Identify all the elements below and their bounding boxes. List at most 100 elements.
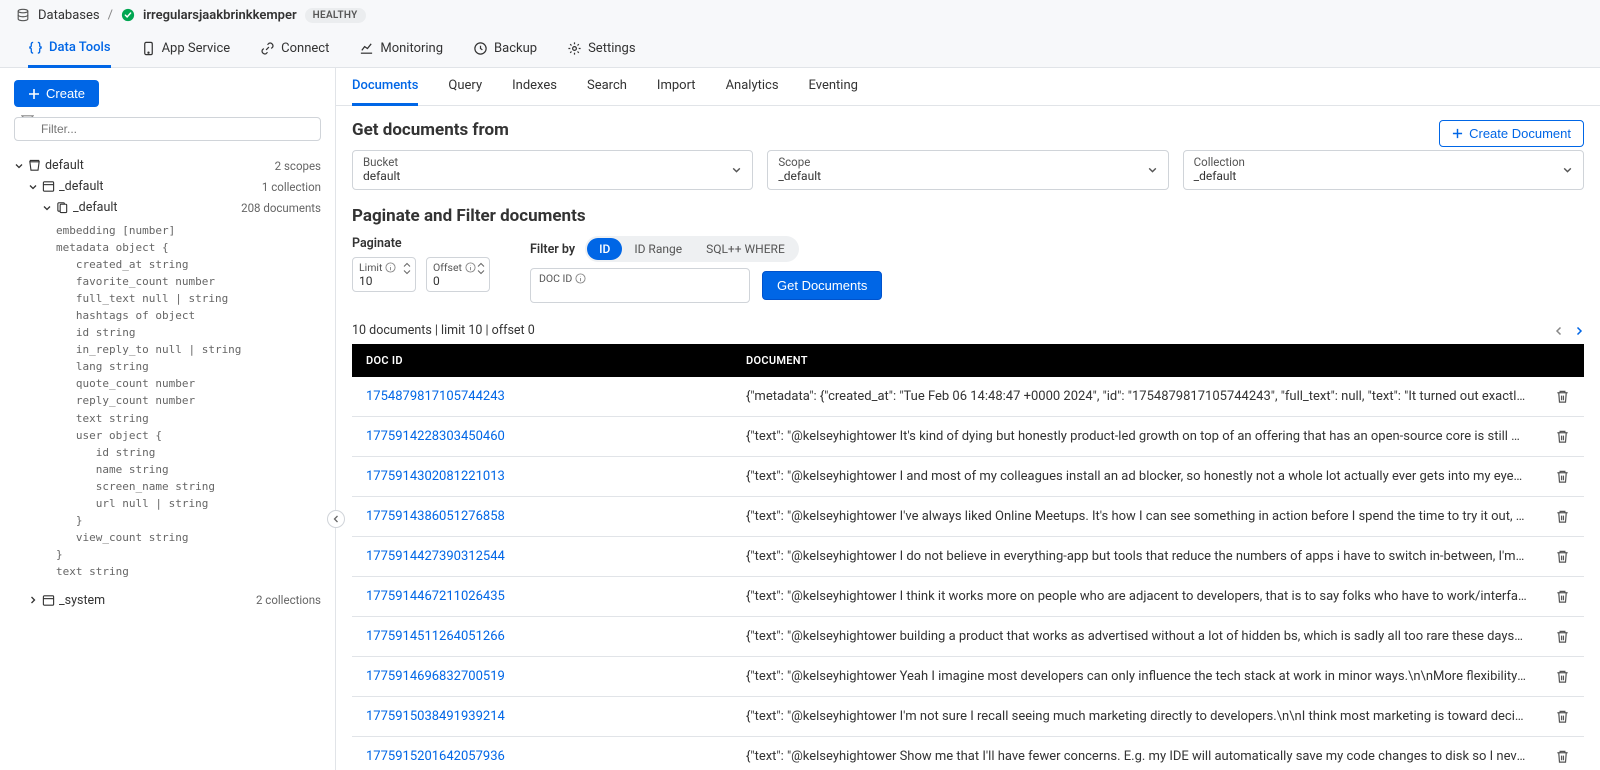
- pill-sql-where[interactable]: SQL++ WHERE: [694, 238, 797, 260]
- breadcrumb-root[interactable]: Databases: [38, 8, 100, 23]
- tab-connect[interactable]: Connect: [260, 30, 329, 67]
- delete-button[interactable]: [1541, 657, 1584, 697]
- doc-id-link[interactable]: 1754879817105744243: [366, 389, 505, 404]
- stab-documents[interactable]: Documents: [352, 78, 418, 106]
- delete-button[interactable]: [1541, 737, 1584, 770]
- database-icon: [16, 8, 30, 22]
- doc-id-link[interactable]: 1775914427390312544: [366, 549, 505, 564]
- docid-input[interactable]: DOC ID: [530, 268, 750, 303]
- chevron-down-icon: [28, 182, 38, 192]
- page-next-button[interactable]: [1574, 326, 1584, 336]
- clock-icon: [473, 41, 488, 56]
- col-doc-id: DOC ID: [352, 344, 732, 377]
- doc-preview: {"text": "@kelseyhightower I and most of…: [732, 457, 1541, 497]
- pill-id-range[interactable]: ID Range: [622, 238, 694, 260]
- scope-select[interactable]: Scope _default: [767, 150, 1168, 190]
- stab-query[interactable]: Query: [448, 78, 482, 105]
- table-row: 1775915038491939214{"text": "@kelseyhigh…: [352, 697, 1584, 737]
- tab-backup[interactable]: Backup: [473, 30, 537, 67]
- stab-indexes[interactable]: Indexes: [512, 78, 557, 105]
- tab-monitoring-label: Monitoring: [380, 41, 443, 56]
- filter-by-label: Filter by: [530, 242, 575, 257]
- doc-id-link[interactable]: 1775915038491939214: [366, 709, 505, 724]
- tab-data-tools-label: Data Tools: [49, 40, 111, 55]
- delete-button[interactable]: [1541, 577, 1584, 617]
- tab-data-tools[interactable]: Data Tools: [28, 31, 111, 68]
- create-document-button[interactable]: Create Document: [1439, 120, 1584, 147]
- trash-icon: [1555, 589, 1570, 604]
- tab-monitoring[interactable]: Monitoring: [359, 30, 443, 67]
- tree-system-scope[interactable]: _system 2 collections: [14, 590, 321, 611]
- stab-analytics[interactable]: Analytics: [726, 78, 779, 105]
- tab-connect-label: Connect: [281, 41, 329, 56]
- doc-id-link[interactable]: 1775914511264051266: [366, 629, 505, 644]
- health-check-icon: [121, 8, 135, 22]
- delete-button[interactable]: [1541, 497, 1584, 537]
- doc-preview: {"text": "@kelseyhightower Yeah I imagin…: [732, 657, 1541, 697]
- trash-icon: [1555, 709, 1570, 724]
- delete-button[interactable]: [1541, 697, 1584, 737]
- trash-icon: [1555, 509, 1570, 524]
- delete-button[interactable]: [1541, 617, 1584, 657]
- table-row: 1775914302081221013 {"text": "@kelseyhigh…: [352, 457, 1584, 497]
- tab-app-service[interactable]: App Service: [141, 30, 231, 67]
- bucket-select-label: Bucket: [363, 155, 742, 169]
- filter-input[interactable]: [14, 117, 321, 141]
- delete-button[interactable]: [1541, 457, 1584, 497]
- doc-id-link[interactable]: 1775914696832700519: [366, 669, 505, 684]
- col-document: DOCUMENT: [732, 344, 1541, 377]
- scope-select-label: Scope: [778, 155, 1157, 169]
- chevron-down-icon: [42, 203, 52, 213]
- pill-id[interactable]: ID: [587, 238, 622, 260]
- create-button[interactable]: Create: [14, 80, 99, 107]
- result-status: 10 documents | limit 10 | offset 0: [352, 323, 535, 338]
- page-prev-button[interactable]: [1554, 326, 1564, 336]
- doc-preview: {"text": "@kelseyhightower I think it wo…: [732, 577, 1541, 617]
- limit-value: 10: [359, 274, 409, 288]
- table-row: 1775915201642057936{"text": "@kelseyhigh…: [352, 737, 1584, 770]
- doc-id-link[interactable]: 1775914467211026435: [366, 589, 505, 604]
- tab-settings[interactable]: Settings: [567, 30, 635, 67]
- braces-icon: [28, 40, 43, 55]
- trash-icon: [1555, 469, 1570, 484]
- doc-id-link[interactable]: 1775914302081221013: [366, 469, 505, 484]
- collection-icon: [56, 201, 69, 214]
- breadcrumb-db-name[interactable]: irregularsjaakbrinkkemper: [143, 8, 297, 23]
- trash-icon: [1555, 549, 1570, 564]
- info-icon: [385, 262, 396, 273]
- stab-import[interactable]: Import: [657, 78, 696, 105]
- bucket-select[interactable]: Bucket default: [352, 150, 753, 190]
- bucket-tree: default 2 scopes _default 1 collection _…: [14, 155, 321, 611]
- table-row: 1775914228303450460{"text": "@kelseyhigh…: [352, 417, 1584, 457]
- offset-input[interactable]: Offset 0: [426, 257, 490, 292]
- trash-icon: [1555, 749, 1570, 764]
- table-row: 1754879817105744243{"metadata": {"create…: [352, 377, 1584, 417]
- doc-id-link[interactable]: 1775914228303450460: [366, 429, 505, 444]
- chart-icon: [359, 41, 374, 56]
- delete-button[interactable]: [1541, 377, 1584, 417]
- tab-app-service-label: App Service: [162, 41, 231, 56]
- primary-tabs: Data Tools App Service Connect Monitorin…: [0, 30, 1600, 68]
- collection-select[interactable]: Collection _default: [1183, 150, 1584, 190]
- tree-collection[interactable]: _default 208 documents: [14, 197, 321, 218]
- bucket-icon: [28, 159, 41, 172]
- plus-icon: [1452, 128, 1463, 139]
- tree-scope[interactable]: _default 1 collection: [14, 176, 321, 197]
- chevron-down-icon: [731, 165, 742, 176]
- limit-input[interactable]: Limit 10: [352, 257, 416, 292]
- limit-stepper[interactable]: [403, 262, 411, 275]
- sidebar-collapse-button[interactable]: [327, 510, 345, 528]
- doc-preview: {"text": "@kelseyhightower I do not beli…: [732, 537, 1541, 577]
- doc-id-link[interactable]: 1775915201642057936: [366, 749, 505, 764]
- stab-eventing[interactable]: Eventing: [809, 78, 858, 105]
- doc-id-link[interactable]: 1775914386051276858: [366, 509, 505, 524]
- offset-value: 0: [433, 274, 483, 288]
- tree-bucket[interactable]: default 2 scopes: [14, 155, 321, 176]
- stab-search[interactable]: Search: [587, 78, 627, 105]
- delete-button[interactable]: [1541, 537, 1584, 577]
- delete-button[interactable]: [1541, 417, 1584, 457]
- scope-icon: [42, 594, 55, 607]
- collection-select-value: _default: [1194, 169, 1573, 183]
- get-documents-button[interactable]: Get Documents: [762, 271, 882, 300]
- offset-stepper[interactable]: [477, 262, 485, 275]
